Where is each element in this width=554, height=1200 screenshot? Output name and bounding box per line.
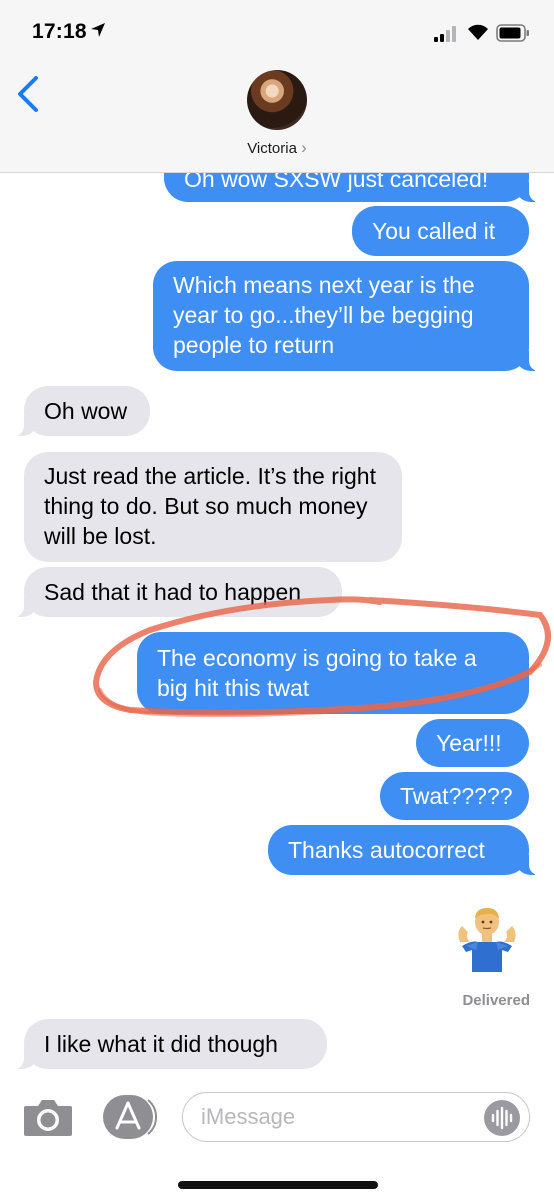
contact-name[interactable]: Victoria › (0, 138, 554, 158)
status-time: 17:18 (32, 20, 87, 43)
message-bubble-incoming[interactable]: Sad that it had to happen (14, 567, 342, 617)
status-bar: 17:18 (0, 0, 554, 70)
back-chevron-icon[interactable] (14, 74, 44, 114)
cellular-signal-icon (434, 26, 460, 47)
delivered-status: Delivered (462, 992, 530, 1009)
app-store-icon[interactable] (102, 1094, 158, 1140)
audio-waveform-icon[interactable] (484, 1100, 520, 1136)
location-arrow-icon (90, 22, 106, 43)
contact-avatar[interactable] (247, 70, 307, 130)
message-bubble-outgoing[interactable]: Twat????? (380, 772, 529, 820)
message-input[interactable] (182, 1092, 530, 1142)
conversation-header: 17:18 Victoria › (0, 0, 554, 173)
camera-icon[interactable] (22, 1096, 74, 1138)
message-bubble-outgoing[interactable]: Thanks autocorrect (268, 825, 539, 875)
chevron-right-icon: › (301, 138, 307, 157)
person-shrugging-icon[interactable] (452, 902, 522, 972)
compose-bar (0, 1080, 554, 1200)
message-bubble-incoming[interactable]: I like what it did though (14, 1019, 327, 1069)
contact-name-label: Victoria (247, 140, 297, 157)
message-bubble-outgoing[interactable]: The economy is going to take a big hit t… (137, 632, 529, 714)
message-bubble-outgoing[interactable]: You called it (352, 206, 529, 256)
battery-icon (496, 24, 530, 47)
message-bubble-incoming[interactable]: Just read the article. It’s the right th… (24, 452, 402, 562)
wifi-icon (466, 22, 490, 47)
home-indicator[interactable] (178, 1181, 378, 1189)
message-bubble-outgoing[interactable]: Which means next year is the year to go.… (153, 261, 539, 371)
message-bubble-outgoing[interactable]: Year!!! (416, 719, 529, 767)
conversation: Oh wow SXSW just canceled! You called it… (0, 0, 554, 1200)
message-bubble-incoming[interactable]: Oh wow (14, 386, 150, 436)
